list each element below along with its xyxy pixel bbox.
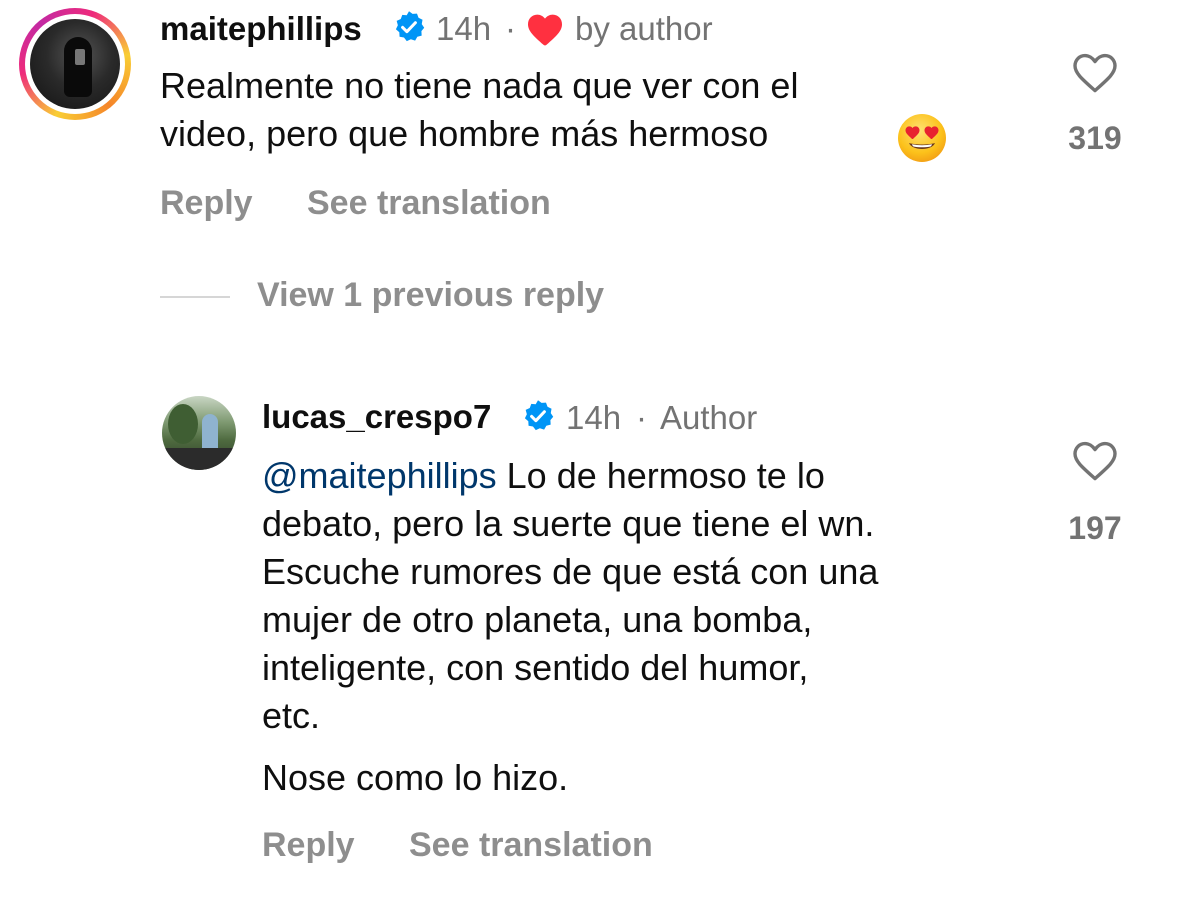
reply-body-line: inteligente, con sentido del humor, — [262, 647, 809, 688]
see-translation-button[interactable]: See translation — [307, 184, 551, 223]
reply-body-line: etc. — [262, 695, 321, 736]
heart-eyes-emoji — [898, 114, 946, 162]
avatar-lucas-crespo7[interactable] — [162, 396, 236, 470]
comment-body-line: video, pero que hombre más hermoso — [160, 113, 769, 154]
reply-body-line: mujer de otro planeta, una bomba, — [262, 599, 813, 640]
verified-badge-icon — [524, 400, 554, 431]
avatar-maitephillips[interactable] — [30, 19, 120, 109]
reply-button[interactable]: Reply — [160, 184, 253, 223]
like-count: 197 — [1068, 510, 1122, 546]
replies-divider — [160, 296, 230, 298]
reply-body-line: debato, pero la suerte que tiene el wn. — [262, 503, 875, 544]
like-button-heart-outline-icon[interactable] — [1070, 50, 1120, 94]
comment-time: 14h — [436, 10, 492, 47]
comment-time: 14h — [566, 399, 622, 436]
comment-body-line: Realmente no tiene nada que ver con el — [160, 65, 799, 106]
reply-body: @maitephillips Lo de hermoso te lo debat… — [262, 452, 878, 740]
like-button-heart-outline-icon[interactable] — [1070, 438, 1120, 482]
author-badge: Author — [660, 399, 758, 436]
reply-body-line: Escuche rumores de que está con una — [262, 551, 879, 592]
mention-link[interactable]: @maitephillips — [262, 455, 497, 496]
like-count: 319 — [1068, 120, 1122, 156]
reply-body-text: Lo de hermoso te lo — [496, 455, 825, 496]
comment-body: Realmente no tiene nada que ver con el v… — [160, 62, 798, 158]
red-heart-icon — [528, 14, 562, 46]
username-lucas-crespo7[interactable]: lucas_crespo7 — [262, 398, 491, 436]
reply-body-paragraph-2: Nose como lo hizo. — [262, 757, 569, 798]
meta-separator: · — [505, 10, 516, 47]
meta-separator: · — [636, 399, 647, 436]
reply-body-line: @maitephillips Lo de hermoso te lo — [262, 452, 878, 500]
see-translation-button[interactable]: See translation — [409, 826, 653, 865]
verified-badge-icon — [395, 11, 425, 42]
story-ring[interactable] — [19, 8, 131, 120]
reply-button[interactable]: Reply — [262, 826, 355, 865]
liked-by-author: by author — [575, 10, 713, 47]
view-previous-replies-button[interactable]: View 1 previous reply — [257, 276, 604, 315]
username-maitephillips[interactable]: maitephillips — [160, 10, 362, 48]
